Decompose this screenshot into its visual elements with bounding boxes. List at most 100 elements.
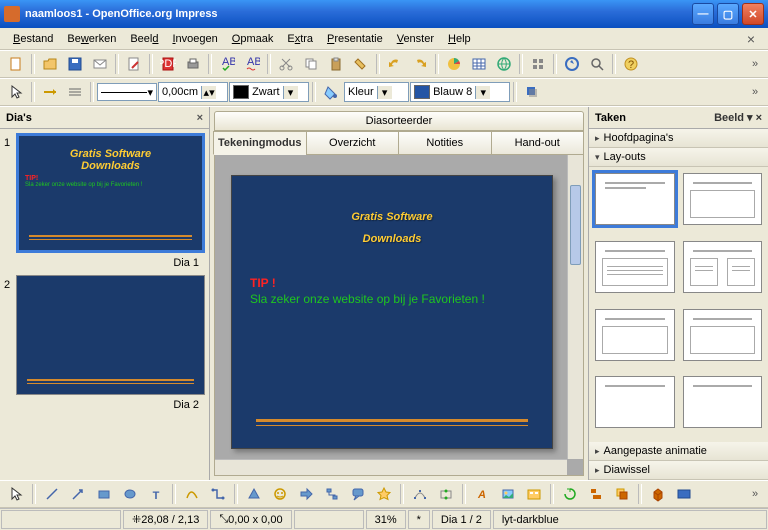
section-masterpages[interactable]: Hoofdpagina's — [589, 129, 768, 148]
undo-button[interactable] — [383, 52, 407, 76]
current-slide[interactable]: Gratis SoftwareDownloads TIP ! Sla zeker… — [231, 175, 553, 449]
open-button[interactable] — [38, 52, 62, 76]
auto-spellcheck-button[interactable]: ABC — [240, 52, 264, 76]
menu-presentatie[interactable]: Presentatie — [320, 31, 390, 47]
cut-button[interactable] — [274, 52, 298, 76]
rotate-tool[interactable] — [558, 482, 582, 506]
section-custom-animation[interactable]: Aangepaste animatie — [589, 442, 768, 461]
line-style-selector[interactable]: ▾ — [97, 83, 157, 101]
symbol-shapes-tool[interactable] — [268, 482, 292, 506]
area-fill-button[interactable] — [319, 80, 343, 104]
maximize-button[interactable]: ▢ — [717, 3, 739, 25]
chart-button[interactable] — [442, 52, 466, 76]
interaction-tool[interactable] — [672, 482, 696, 506]
hyperlink-button[interactable] — [492, 52, 516, 76]
stars-tool[interactable] — [372, 482, 396, 506]
navigator-button[interactable] — [560, 52, 584, 76]
tab-notities[interactable]: Notities — [398, 131, 492, 155]
line-style-dropdown[interactable] — [63, 80, 87, 104]
rectangle-tool[interactable] — [92, 482, 116, 506]
layout-option[interactable] — [595, 376, 675, 428]
gallery-tool[interactable] — [522, 482, 546, 506]
table-button[interactable] — [467, 52, 491, 76]
horizontal-scrollbar[interactable] — [215, 459, 567, 475]
diasorteerder-button[interactable]: Diasorteerder — [214, 111, 584, 131]
ellipse-tool[interactable] — [118, 482, 142, 506]
status-zoom[interactable]: 31% — [366, 510, 406, 529]
paste-button[interactable] — [324, 52, 348, 76]
select-tool[interactable] — [4, 482, 28, 506]
extrusion-tool[interactable] — [646, 482, 670, 506]
curve-tool[interactable] — [180, 482, 204, 506]
fontwork-tool[interactable]: A — [470, 482, 494, 506]
menu-invoegen[interactable]: Invoegen — [165, 31, 224, 47]
tab-tekeningmodus[interactable]: Tekeningmodus — [213, 131, 307, 155]
help-button[interactable]: ? — [619, 52, 643, 76]
print-button[interactable] — [181, 52, 205, 76]
grid-button[interactable] — [526, 52, 550, 76]
tasks-view-dropdown-icon[interactable]: ▾ — [747, 111, 753, 124]
tasks-view-label[interactable]: Beeld — [714, 112, 744, 124]
arrange-tool[interactable] — [610, 482, 634, 506]
section-layouts[interactable]: Lay-outs — [589, 148, 768, 167]
menu-bestand[interactable]: Bestand — [6, 31, 60, 47]
block-arrows-tool[interactable] — [294, 482, 318, 506]
points-edit-tool[interactable] — [408, 482, 432, 506]
flowchart-tool[interactable] — [320, 482, 344, 506]
menu-bewerken[interactable]: Bewerken — [60, 31, 123, 47]
callouts-tool[interactable] — [346, 482, 370, 506]
copy-button[interactable] — [299, 52, 323, 76]
toolbar2-overflow-icon[interactable]: » — [752, 86, 764, 98]
save-button[interactable] — [63, 52, 87, 76]
from-file-tool[interactable] — [496, 482, 520, 506]
spellcheck-button[interactable]: ABC — [215, 52, 239, 76]
slides-panel-close-icon[interactable]: × — [197, 112, 203, 124]
line-tool[interactable] — [40, 482, 64, 506]
export-pdf-button[interactable]: PDF — [156, 52, 180, 76]
layout-option[interactable] — [595, 173, 675, 225]
menubar-close-icon[interactable]: × — [740, 29, 762, 49]
tasks-panel-close-icon[interactable]: × — [756, 112, 762, 124]
menu-beeld[interactable]: Beeld — [123, 31, 165, 47]
layout-option[interactable] — [595, 241, 675, 293]
fill-color-selector[interactable]: Blauw 8▾ — [410, 82, 510, 102]
align-tool[interactable] — [584, 482, 608, 506]
arrow-select-button[interactable] — [4, 80, 28, 104]
text-tool[interactable]: T — [144, 482, 168, 506]
tab-overzicht[interactable]: Overzicht — [306, 131, 400, 155]
slide-canvas[interactable]: Gratis SoftwareDownloads TIP ! Sla zeker… — [214, 155, 584, 476]
layout-option[interactable] — [683, 173, 763, 225]
slide-thumbnail-1[interactable]: 1 Gratis SoftwareDownloads TIP! Sla zeke… — [4, 133, 205, 253]
email-button[interactable] — [88, 52, 112, 76]
format-paintbrush-button[interactable] — [349, 52, 373, 76]
zoom-button[interactable] — [585, 52, 609, 76]
edit-file-button[interactable] — [122, 52, 146, 76]
redo-button[interactable] — [408, 52, 432, 76]
vertical-scrollbar[interactable] — [567, 155, 583, 459]
layout-option[interactable] — [683, 376, 763, 428]
layout-option[interactable] — [595, 309, 675, 361]
toolbar-overflow-icon[interactable]: » — [752, 58, 764, 70]
line-endings-button[interactable] — [38, 80, 62, 104]
glue-points-tool[interactable] — [434, 482, 458, 506]
menu-opmaak[interactable]: Opmaak — [225, 31, 281, 47]
line-width-input[interactable]: 0,00cm▴▾ — [158, 82, 228, 102]
section-slide-transition[interactable]: Diawissel — [589, 461, 768, 480]
menu-extra[interactable]: Extra — [280, 31, 320, 47]
connector-tool[interactable] — [206, 482, 230, 506]
tab-handout[interactable]: Hand-out — [491, 131, 585, 155]
new-button[interactable] — [4, 52, 28, 76]
menu-venster[interactable]: Venster — [390, 31, 441, 47]
fill-mode-selector[interactable]: Kleur▾ — [344, 82, 409, 102]
arrow-tool[interactable] — [66, 482, 90, 506]
shadow-button[interactable] — [520, 80, 544, 104]
basic-shapes-tool[interactable] — [242, 482, 266, 506]
line-color-selector[interactable]: Zwart▾ — [229, 82, 309, 102]
layout-option[interactable] — [683, 309, 763, 361]
close-button[interactable]: ✕ — [742, 3, 764, 25]
menu-help[interactable]: Help — [441, 31, 478, 47]
minimize-button[interactable]: — — [692, 3, 714, 25]
drawing-toolbar-overflow-icon[interactable]: » — [752, 488, 764, 500]
slide-thumbnail-2[interactable]: 2 — [4, 275, 205, 395]
layout-option[interactable] — [683, 241, 763, 293]
